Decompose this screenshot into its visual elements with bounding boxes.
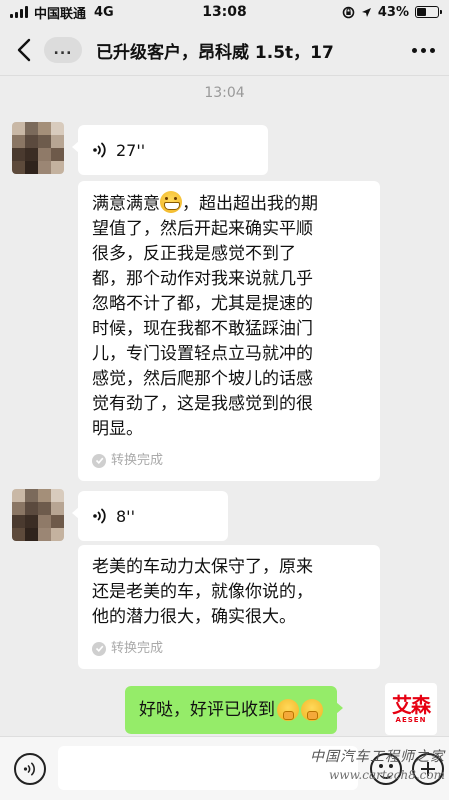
- transcript-text: 老美的车动力太保守了，原来 还是老美的车，就像你说的， 他的潜力很大，确实很大。: [92, 557, 313, 627]
- more-options-button[interactable]: [407, 34, 439, 66]
- header-divider: [0, 75, 449, 76]
- check-circle-icon: [92, 641, 106, 656]
- voice-message-bubble[interactable]: 8'': [72, 491, 228, 541]
- dot-icon: [420, 47, 426, 53]
- voice-message-bubble[interactable]: 27'': [72, 125, 268, 175]
- unread-count-badge[interactable]: ...: [44, 37, 82, 63]
- battery-icon: [415, 6, 442, 18]
- transcribe-status-label: 转换完成: [111, 453, 164, 468]
- transcript-rest: ，超出超出我的期 望值了，然后开起来确实平顺 很多，反正我是感觉不到了 都，那个…: [92, 194, 318, 439]
- brand-logo-subtext: AESEN: [395, 716, 427, 724]
- network-type: 4G: [94, 4, 114, 20]
- watermark-url: www.cartech8.com: [329, 768, 445, 782]
- chevron-left-icon: [17, 38, 31, 62]
- shush-emoji-icon: [301, 699, 323, 721]
- watermark-text: 中国汽车工程师之家: [310, 749, 445, 765]
- voice-input-toggle[interactable]: [14, 753, 46, 785]
- contact-avatar[interactable]: [12, 489, 64, 541]
- location-icon: [361, 7, 371, 17]
- voice-duration: 27'': [116, 140, 146, 160]
- chat-title: 已升级客户，昂科威 1.5t，17: [96, 42, 334, 63]
- outgoing-message-bubble[interactable]: 好哒，好评已收到: [125, 686, 343, 734]
- message-timestamp: 13:04: [204, 85, 245, 101]
- voice-duration: 8'': [116, 506, 135, 526]
- dot-icon: [411, 47, 417, 53]
- self-avatar[interactable]: 艾森 AESEN: [385, 683, 437, 735]
- reply-text: 好哒，好评已收到: [139, 699, 275, 720]
- carrier-name: 中国联通: [34, 6, 87, 22]
- brand-logo-text: 艾森: [392, 693, 431, 717]
- transcribe-status: 转换完成: [92, 448, 366, 473]
- contact-avatar[interactable]: [12, 122, 64, 174]
- voice-wave-icon: [93, 142, 106, 158]
- back-button[interactable]: [10, 32, 38, 68]
- transcript-text: 满意满意 ，超出超出我的期 望值了，然后开起来确实平顺 很多，反正我是感觉不到了 …: [92, 191, 366, 442]
- battery-percent: 43%: [377, 4, 409, 20]
- status-bar: 中国联通 4G 43%: [0, 0, 449, 24]
- watermark: 中国汽车工程师之家 www.cartech8.com: [300, 748, 445, 784]
- transcript-lead: 满意满意: [92, 194, 160, 214]
- voice-wave-icon: [23, 762, 35, 776]
- transcribe-status-label: 转换完成: [111, 641, 164, 656]
- chat-header: ... 已升级客户，昂科威 1.5t，17: [0, 26, 449, 74]
- signal-icon: [10, 6, 28, 18]
- lock-rotation-icon: [342, 6, 355, 18]
- shush-emoji-icon: [277, 699, 299, 721]
- grin-emoji-icon: [160, 191, 182, 213]
- voice-transcript-card[interactable]: 满意满意 ，超出超出我的期 望值了，然后开起来确实平顺 很多，反正我是感觉不到了 …: [78, 181, 380, 481]
- voice-transcript-card[interactable]: 老美的车动力太保守了，原来 还是老美的车，就像你说的， 他的潜力很大，确实很大。…: [78, 545, 380, 669]
- voice-wave-icon: [93, 508, 106, 524]
- transcribe-status: 转换完成: [92, 636, 366, 661]
- dot-icon: [429, 47, 435, 53]
- check-circle-icon: [92, 453, 106, 468]
